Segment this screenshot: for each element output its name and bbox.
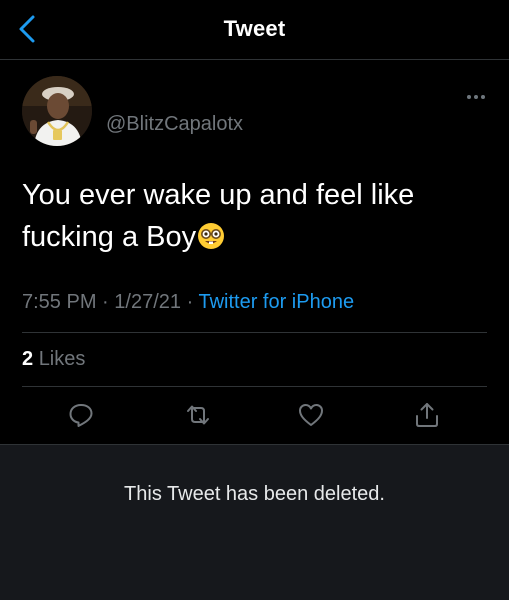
header: Tweet (0, 0, 509, 60)
share-button[interactable] (410, 398, 444, 432)
retweet-button[interactable] (181, 398, 215, 432)
meta-separator: · (102, 291, 109, 313)
deleted-notice: This Tweet has been deleted. (0, 444, 509, 600)
deleted-message: This Tweet has been deleted. (124, 483, 385, 505)
likes-label: Likes (38, 348, 86, 370)
more-options-button[interactable] (463, 90, 489, 104)
user-handle[interactable]: @BlitzCapalotx (106, 113, 243, 136)
more-dot-icon (467, 95, 471, 99)
reply-icon (69, 404, 93, 427)
tweet-date: 1/27/21 (114, 291, 182, 313)
tweet-text-line: fucking a Boy (22, 221, 197, 253)
reply-button[interactable] (64, 398, 98, 432)
like-button[interactable] (294, 398, 328, 432)
tweet-source-link[interactable]: Twitter for iPhone (198, 291, 354, 313)
divider (22, 332, 487, 333)
avatar[interactable] (22, 76, 92, 146)
tweet-meta: 7:55 PM · 1/27/21 · Twitter for iPhone (22, 291, 354, 314)
tweet-text: You ever wake up and feel like fucking a… (22, 174, 482, 258)
meta-separator: · (186, 291, 194, 313)
likes-count: 2 (22, 348, 34, 370)
page-title: Tweet (223, 16, 286, 41)
share-icon (416, 403, 438, 427)
retweet-icon (187, 405, 209, 425)
avatar-image (22, 76, 92, 146)
heart-icon (299, 404, 323, 426)
divider (22, 386, 487, 387)
more-dot-icon (481, 95, 485, 99)
tweet-time: 7:55 PM (22, 291, 97, 313)
likes-link[interactable]: 2 Likes (22, 348, 85, 371)
more-dot-icon (474, 95, 478, 99)
tweet-text-line: You ever wake up and feel like (22, 179, 415, 211)
nerd-face-emoji (198, 223, 225, 249)
